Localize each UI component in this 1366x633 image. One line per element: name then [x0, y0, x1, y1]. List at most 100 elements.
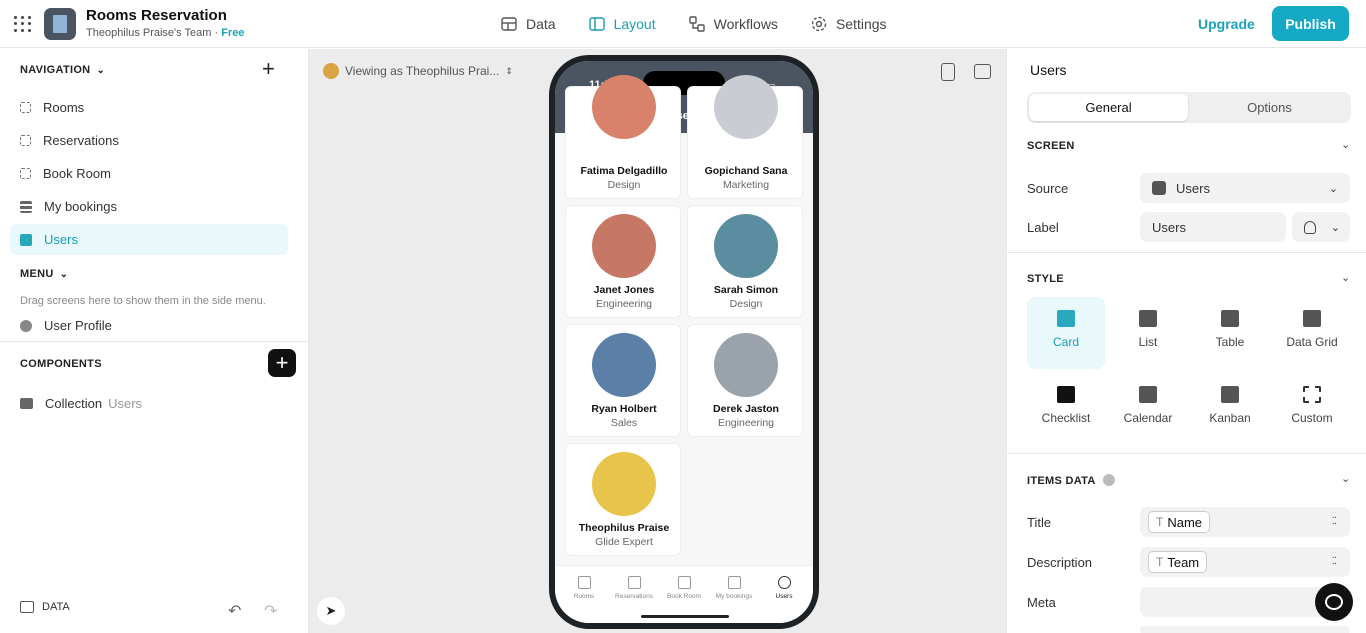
style-data-grid[interactable]: Data Grid [1273, 297, 1351, 369]
user-card[interactable]: Fatima Delgadillo Design [565, 75, 681, 199]
column-chip[interactable]: T Team [1148, 551, 1208, 573]
plan-badge: Free [221, 27, 245, 39]
style-kanban[interactable]: Kanban [1191, 373, 1269, 445]
source-select[interactable]: Users ⌄ [1140, 173, 1350, 203]
properties-panel: Users General Options SCREEN ⌄ Source Us… [1006, 49, 1366, 633]
style-card[interactable]: Card [1027, 297, 1105, 369]
publish-button[interactable]: Publish [1272, 6, 1349, 41]
tab-options[interactable]: Options [1190, 94, 1349, 121]
component-collection[interactable]: Collection Users [10, 388, 288, 419]
description-field[interactable]: T Team ⁚⁚ [1140, 547, 1350, 577]
screen-icon [20, 102, 31, 113]
user-photo [714, 214, 778, 278]
chevron-down-icon: ⌄ [96, 64, 106, 76]
chevron-down-icon[interactable]: ⌄ [1341, 472, 1350, 485]
app-icon[interactable] [44, 8, 76, 40]
column-chip[interactable]: T Name [1148, 511, 1211, 533]
style-calendar[interactable]: Calendar [1109, 373, 1187, 445]
style-custom[interactable]: Custom [1273, 373, 1351, 445]
drag-handle-icon[interactable]: ⁚⁚ [1332, 516, 1337, 527]
nav-item-my-bookings[interactable]: My bookings [10, 191, 288, 222]
user-card[interactable]: Theophilus Praise Glide Expert [565, 443, 681, 556]
phone-preview: 11:57 ▮▮▮ ◠ ▭ Users Fatima Delgadillo De… [549, 55, 819, 629]
user-photo [592, 452, 656, 516]
chat-bubble-icon [1325, 594, 1343, 610]
title-label: Title [1027, 515, 1052, 530]
screen-header[interactable]: SCREEN [1027, 140, 1075, 152]
calendar-icon [1139, 386, 1157, 403]
tab-layout[interactable]: Layout [572, 0, 672, 48]
nav-item-users[interactable]: Users [10, 224, 288, 255]
cursor-tool-icon[interactable]: ➤ [317, 597, 345, 625]
upgrade-link[interactable]: Upgrade [1198, 16, 1255, 32]
user-icon [20, 319, 32, 332]
add-screen-icon[interactable]: + [262, 58, 275, 80]
chat-support-button[interactable] [1315, 583, 1353, 621]
drag-handle-icon[interactable]: ⁚⁚ [1332, 556, 1337, 567]
chevron-down-icon[interactable]: ⌄ [1341, 271, 1350, 284]
data-toggle[interactable]: DATA [20, 601, 70, 613]
chevron-down-icon: ⌄ [1328, 182, 1338, 195]
components-header: COMPONENTS [20, 358, 102, 370]
apps-grid-icon[interactable] [12, 14, 32, 34]
table-icon [20, 200, 32, 213]
user-card[interactable]: Derek Jaston Engineering [687, 324, 803, 437]
label-input[interactable]: Users [1140, 212, 1286, 242]
source-label: Source [1027, 181, 1069, 196]
menu-header[interactable]: MENU ⌄ [20, 268, 68, 280]
phone-tab-reservations[interactable]: Reservations [609, 576, 659, 600]
left-sidebar: NAVIGATION ⌄ + Rooms Reservations Book Ro… [0, 49, 309, 633]
icon-picker[interactable]: ⌄ [1292, 212, 1350, 242]
data-grid-icon [1303, 310, 1321, 327]
tab-workflows[interactable]: Workflows [672, 0, 794, 48]
nav-item-book-room[interactable]: Book Room [10, 158, 288, 189]
chevron-down-icon[interactable]: ⌄ [1341, 138, 1350, 151]
menu-item-user-profile[interactable]: User Profile [10, 310, 288, 341]
avatar [323, 63, 339, 79]
phone-view-icon[interactable] [941, 63, 955, 81]
undo-icon[interactable]: ↶ [228, 601, 241, 621]
user-card[interactable]: Sarah Simon Design [687, 205, 803, 318]
navigation-header[interactable]: NAVIGATION ⌄ [20, 64, 105, 76]
screen-icon [20, 135, 31, 146]
nav-item-rooms[interactable]: Rooms [10, 92, 288, 123]
edit-icon [677, 576, 691, 589]
team-name: Theophilus Praise's Team [86, 27, 212, 39]
top-bar: Rooms Reservation Theophilus Praise's Te… [0, 0, 1366, 48]
chevron-down-icon: ⌄ [1330, 221, 1340, 234]
table-source-icon [1152, 181, 1166, 195]
card-icon [20, 233, 32, 246]
style-checklist[interactable]: Checklist [1027, 373, 1105, 445]
main-tabs: Data Layout Workflows Settings [484, 0, 903, 48]
style-header[interactable]: STYLE [1027, 273, 1064, 285]
divider [1007, 252, 1366, 253]
phone-tab-my-bookings[interactable]: My bookings [709, 576, 759, 600]
phone-tab-book-room[interactable]: Book Room [659, 576, 709, 600]
user-photo [592, 75, 656, 139]
tab-settings[interactable]: Settings [794, 0, 903, 48]
user-photo [592, 333, 656, 397]
info-icon[interactable] [1102, 474, 1115, 486]
items-data-header[interactable]: ITEMS DATA [1027, 474, 1115, 487]
style-list[interactable]: List [1109, 297, 1187, 369]
next-field[interactable] [1140, 626, 1350, 633]
phone-tab-users[interactable]: Users [759, 576, 809, 600]
app-title[interactable]: Rooms Reservation [86, 7, 227, 24]
collection-icon [20, 398, 33, 409]
user-card[interactable]: Janet Jones Engineering [565, 205, 681, 318]
title-field[interactable]: T Name ⁚⁚ [1140, 507, 1350, 537]
tab-data[interactable]: Data [484, 0, 572, 48]
user-card[interactable]: Ryan Holbert Sales [565, 324, 681, 437]
tab-general[interactable]: General [1029, 94, 1188, 121]
user-photo [714, 75, 778, 139]
user-card[interactable]: Gopichand Sana Marketing [687, 75, 803, 199]
style-table[interactable]: Table [1191, 297, 1269, 369]
user-icon [1304, 220, 1316, 234]
add-component-button[interactable]: + [268, 349, 296, 377]
phone-tab-rooms[interactable]: Rooms [559, 576, 609, 600]
nav-item-reservations[interactable]: Reservations [10, 125, 288, 156]
viewing-as-selector[interactable]: Viewing as Theophilus Prai... ⇕ [323, 63, 513, 79]
redo-icon[interactable]: ↷ [264, 601, 277, 621]
chevron-down-icon: ⌄ [59, 268, 69, 280]
tablet-view-icon[interactable] [974, 64, 991, 79]
